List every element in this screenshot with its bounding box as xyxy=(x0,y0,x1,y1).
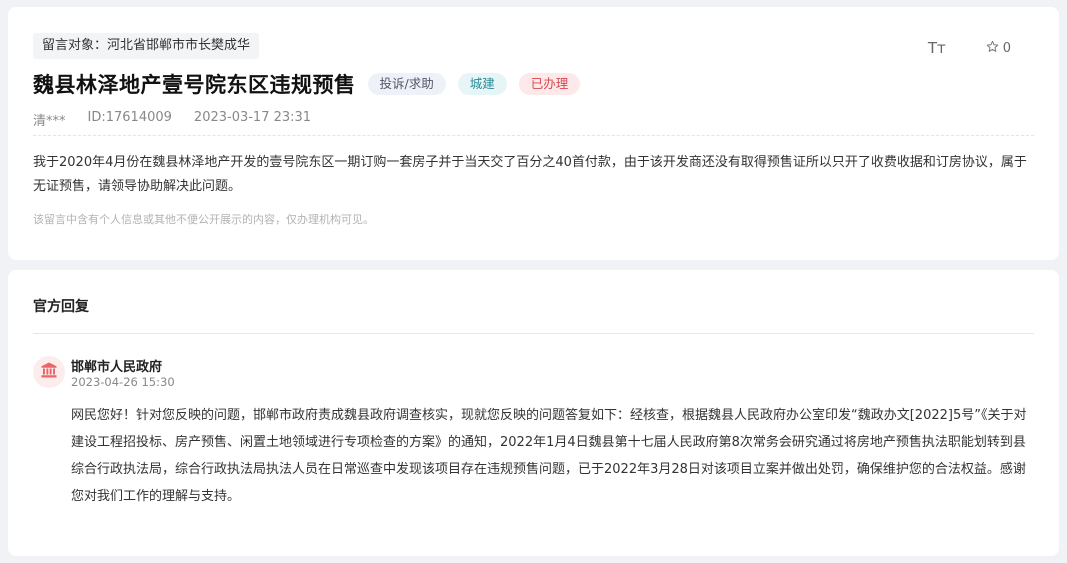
star-icon xyxy=(986,40,999,57)
font-size-icon: Tт xyxy=(927,39,946,57)
message-id: ID:17614009 xyxy=(87,110,172,125)
section-title: 官方回复 xyxy=(33,299,89,315)
message-datetime: 2023-03-17 23:31 xyxy=(193,110,312,125)
favorite-button[interactable]: 0 xyxy=(986,40,1011,57)
message-meta: 清*** ID:17614009 2023-03-17 23:31 xyxy=(33,110,311,129)
font-size-button[interactable]: Tт xyxy=(928,39,946,57)
author-name: 清*** xyxy=(33,114,66,129)
divider xyxy=(33,135,1034,136)
org-name: 邯郸市人民政府 xyxy=(71,360,163,375)
title-row: 魏县林泽地产壹号院东区违规预售 投诉/求助 城建 已办理 xyxy=(33,69,581,99)
page-title: 魏县林泽地产壹号院东区违规预售 xyxy=(33,73,356,97)
message-card: 留言对象：河北省邯郸市市长樊成华 Tт 0 魏县林泽地产壹号院东区违规预售 投诉… xyxy=(8,7,1059,260)
privacy-notice: 该留言中含有个人信息或其他不便公开展示的内容，仅办理机构可见。 xyxy=(33,213,374,226)
reply-date: 2023-04-26 15:30 xyxy=(71,375,175,389)
recipient-badge: 留言对象：河北省邯郸市市长樊成华 xyxy=(33,33,260,59)
reply-content: 网民您好！针对您反映的问题，邯郸市政府责成魏县政府调查核实，现就您反映的问题答复… xyxy=(71,408,1027,504)
message-content: 我于2020年4月份在魏县林泽地产开发的壹号院东区一期订购一套房子并于当天交了百… xyxy=(33,155,1027,194)
official-reply-card: 官方回复 邯郸市人民政府 2023-04-26 15:30 网民您好！针对您反映… xyxy=(8,270,1059,556)
divider xyxy=(33,333,1034,334)
avatar xyxy=(33,356,65,388)
tag-field: 城建 xyxy=(457,73,507,95)
toolbar: Tт 0 xyxy=(928,39,1011,57)
tag-category: 投诉/求助 xyxy=(367,73,446,95)
status-badge: 已办理 xyxy=(518,73,581,95)
favorite-count: 0 xyxy=(1002,40,1011,56)
government-building-icon xyxy=(40,361,58,383)
